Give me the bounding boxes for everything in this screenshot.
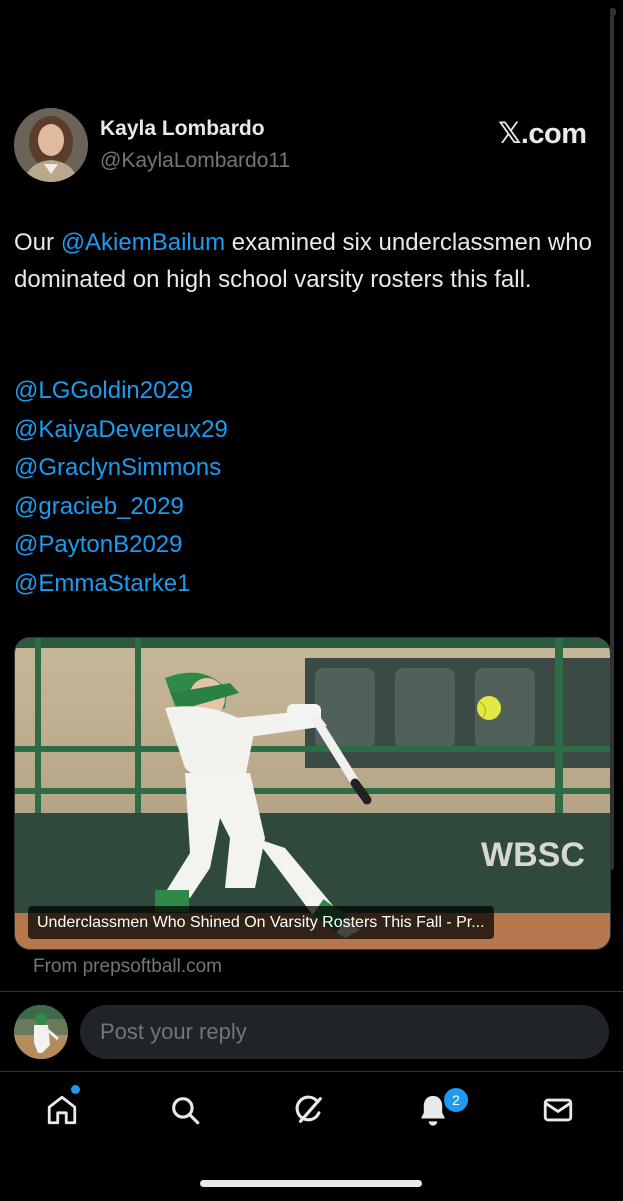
- link-card[interactable]: WBSC: [14, 637, 611, 950]
- mention-link[interactable]: @GraclynSimmons: [14, 449, 228, 488]
- messages-icon[interactable]: [538, 1090, 578, 1130]
- wbsc-sign: WBSC: [481, 836, 585, 874]
- author-avatar[interactable]: [14, 108, 88, 182]
- card-source[interactable]: From prepsoftball.com: [33, 956, 222, 978]
- mention-link[interactable]: @EmmaStarke1: [14, 565, 228, 604]
- author-handle[interactable]: @KaylaLombardo11: [100, 149, 290, 173]
- author-name[interactable]: Kayla Lombardo: [100, 117, 265, 141]
- home-unread-dot: [71, 1085, 80, 1094]
- mention-link[interactable]: @gracieb_2029: [14, 488, 228, 527]
- tweet-text: Our @AkiemBailum examined six underclass…: [14, 224, 606, 298]
- card-title[interactable]: Underclassmen Who Shined On Varsity Rost…: [28, 906, 494, 939]
- home-indicator[interactable]: [200, 1180, 422, 1187]
- grok-icon[interactable]: [289, 1090, 329, 1130]
- mention-link[interactable]: @KaiyaDevereux29: [14, 411, 228, 450]
- mention-link[interactable]: @PaytonB2029: [14, 526, 228, 565]
- notifications-badge: 2: [442, 1086, 470, 1114]
- card-image: WBSC: [15, 638, 610, 949]
- mention-link[interactable]: @AkiemBailum: [61, 229, 225, 256]
- reply-input[interactable]: [80, 1005, 609, 1059]
- divider: [0, 991, 623, 992]
- home-icon[interactable]: [42, 1090, 82, 1130]
- mentions-list: @LGGoldin2029 @KaiyaDevereux29 @GraclynS…: [14, 372, 228, 603]
- mention-link[interactable]: @LGGoldin2029: [14, 372, 228, 411]
- user-avatar[interactable]: [14, 1005, 68, 1059]
- x-com-logo: 𝕏.com: [498, 118, 587, 150]
- search-icon[interactable]: [165, 1090, 205, 1130]
- tweet-text-prefix: Our: [14, 229, 61, 256]
